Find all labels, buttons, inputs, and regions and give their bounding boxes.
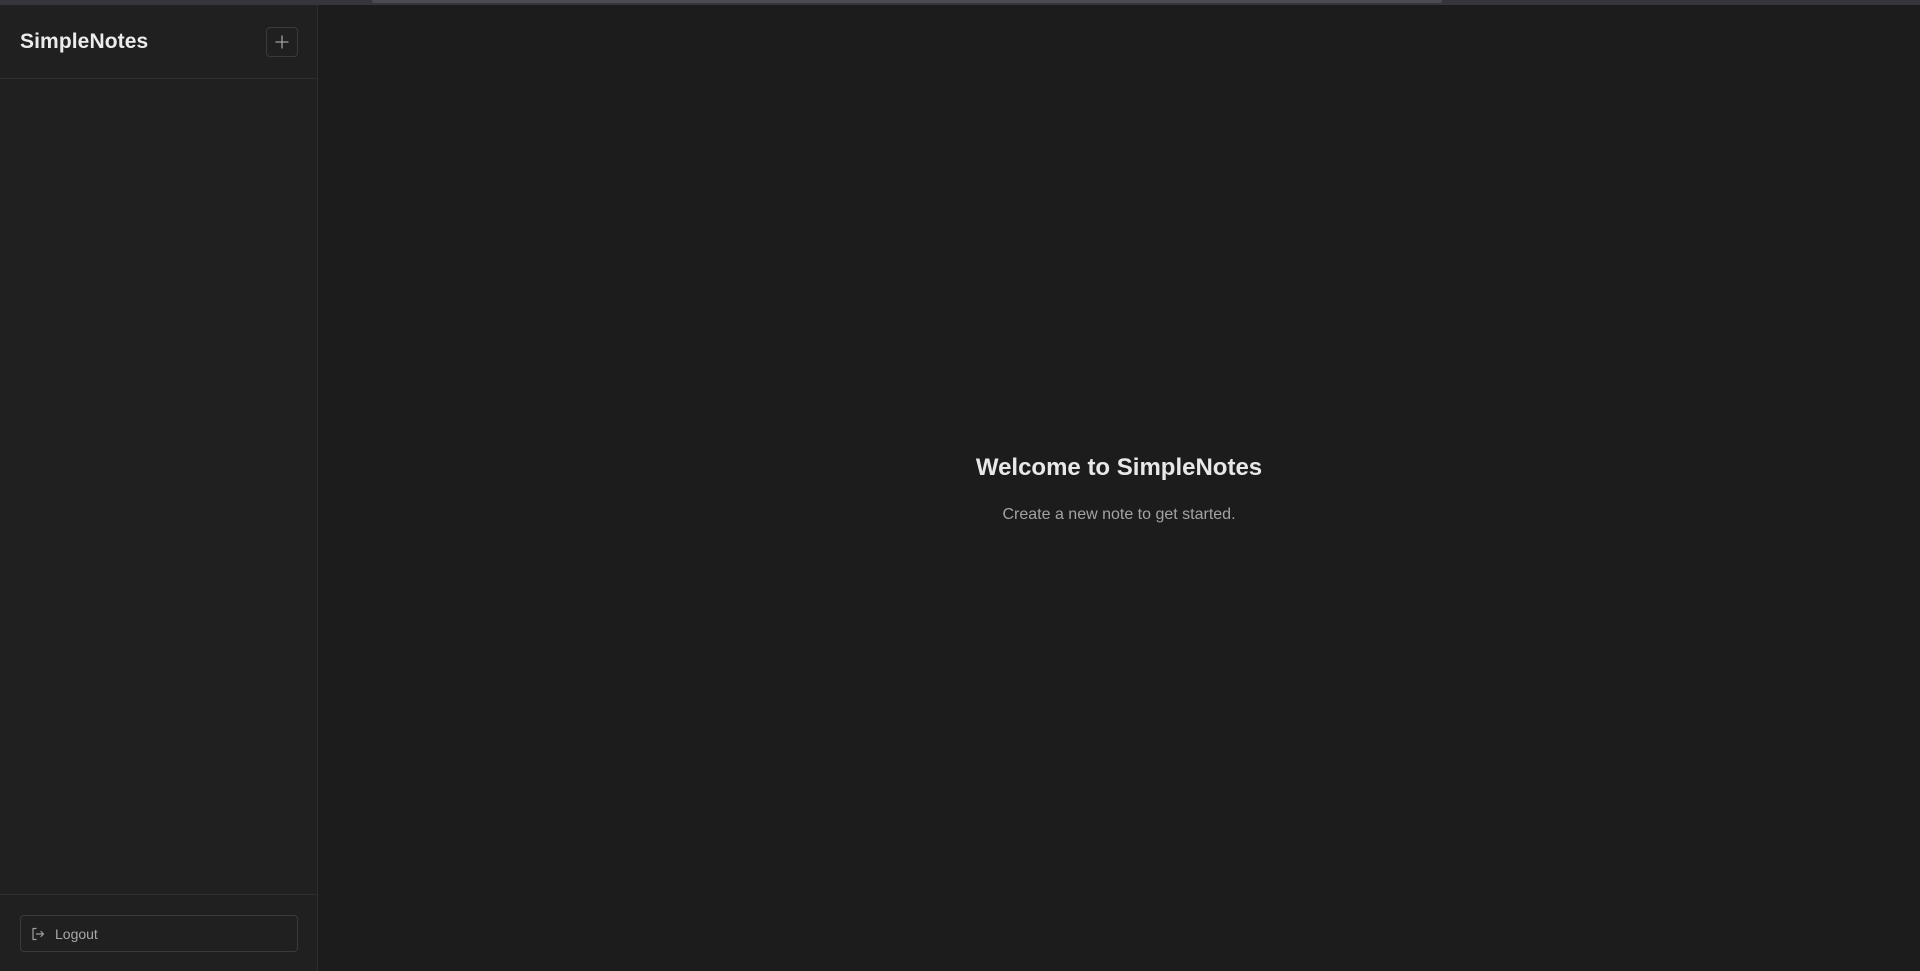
sidebar-footer: Logout [0,894,317,971]
welcome-subtitle: Create a new note to get started. [1002,506,1236,523]
sidebar: SimpleNotes Logout [0,5,318,971]
logout-button[interactable]: Logout [20,915,298,952]
app-shell: SimpleNotes Logout Welcome to SimpleNote… [0,5,1920,971]
plus-icon [275,34,289,49]
sidebar-header: SimpleNotes [0,5,317,79]
browser-scrollbar-thumb[interactable] [372,0,1442,3]
welcome-title: Welcome to SimpleNotes [975,454,1263,481]
logout-icon [31,927,45,941]
welcome-panel: Welcome to SimpleNotes Create a new note… [318,454,1920,524]
logout-label: Logout [55,925,98,942]
main-content: Welcome to SimpleNotes Create a new note… [318,5,1920,971]
notes-list [0,79,317,894]
new-note-button[interactable] [266,26,298,57]
app-title: SimpleNotes [20,29,149,53]
